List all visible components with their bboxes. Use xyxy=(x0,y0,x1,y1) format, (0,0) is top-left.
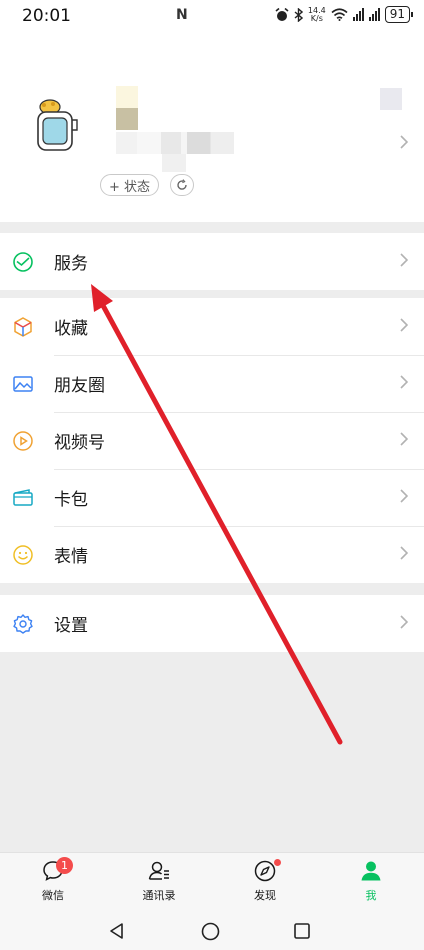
menu-item-cards[interactable]: 卡包 xyxy=(0,469,424,526)
system-nav-bar xyxy=(0,910,424,950)
system-icons: 14.4 K/s 91 xyxy=(275,5,414,23)
chevron-right-icon xyxy=(400,318,408,332)
status-bar: 20:01 N 14.4 K/s 91 xyxy=(0,0,424,32)
blurred-qr xyxy=(380,88,402,110)
tab-contacts[interactable]: 通讯录 xyxy=(106,853,212,911)
moments-label: 朋友圈 xyxy=(54,376,105,396)
menu-item-favorites[interactable]: 收藏 xyxy=(0,298,424,355)
chevron-right-icon xyxy=(400,489,408,503)
recents-icon[interactable] xyxy=(293,922,311,940)
new-moments-dot xyxy=(274,859,281,866)
signal-icon xyxy=(352,8,364,21)
smiley-icon xyxy=(13,545,33,565)
blurred-nickname-2 xyxy=(116,108,138,130)
moments-picture-icon xyxy=(13,376,33,392)
services-icon xyxy=(13,252,33,272)
chevron-right-icon xyxy=(400,546,408,560)
chevron-right-icon xyxy=(400,375,408,389)
unread-badge: 1 xyxy=(56,857,73,874)
menu-item-moments[interactable]: 朋友圈 xyxy=(0,355,424,412)
menu-item-channels[interactable]: 视频号 xyxy=(0,412,424,469)
add-status-button[interactable]: + 状态 xyxy=(100,174,160,196)
signal-icon-2 xyxy=(368,8,380,21)
menu-item-services[interactable]: 服务 xyxy=(0,233,424,290)
tab-me[interactable]: 我 xyxy=(318,853,424,911)
channels-label: 视频号 xyxy=(54,433,105,453)
tab-discover[interactable]: 发现 xyxy=(212,853,318,911)
back-icon[interactable] xyxy=(108,922,126,940)
tab-chats-label: 微信 xyxy=(42,889,64,902)
card-wallet-icon xyxy=(13,489,33,506)
add-status-label: + 状态 xyxy=(109,179,151,195)
menu-item-stickers[interactable]: 表情 xyxy=(0,526,424,583)
chevron-right-icon xyxy=(400,615,408,629)
chevron-right-icon xyxy=(400,253,408,267)
chevron-right-icon xyxy=(400,432,408,446)
avatar[interactable] xyxy=(32,96,84,152)
settings-group: 设置 xyxy=(0,595,424,652)
tab-me-label: 我 xyxy=(365,889,377,902)
profile-header[interactable]: + 状态 xyxy=(0,32,424,222)
blurred-wechat-id xyxy=(116,132,234,154)
home-icon[interactable] xyxy=(201,922,220,941)
person-icon xyxy=(361,861,381,881)
profile-chevron-icon xyxy=(400,135,408,149)
tab-discover-label: 发现 xyxy=(254,889,276,902)
channels-play-icon xyxy=(13,431,33,451)
stickers-label: 表情 xyxy=(54,547,88,567)
nfc-icon: N xyxy=(176,7,188,23)
tab-chats[interactable]: 1 微信 xyxy=(0,853,106,911)
blurred-wechat-id-2 xyxy=(162,154,186,172)
battery-indicator: 91 xyxy=(384,6,414,23)
bottom-tab-bar: 1 微信 通讯录 发现 我 xyxy=(0,852,424,911)
tab-contacts-label: 通讯录 xyxy=(142,889,176,902)
network-speed: 14.4 K/s xyxy=(307,5,326,23)
cards-label: 卡包 xyxy=(54,490,88,510)
wifi-icon xyxy=(331,8,348,21)
favorites-label: 收藏 xyxy=(54,319,88,339)
menu-item-settings[interactable]: 设置 xyxy=(0,595,424,652)
services-group: 服务 xyxy=(0,233,424,290)
blurred-nickname xyxy=(116,86,138,108)
clock: 20:01 xyxy=(22,6,71,26)
alarm-icon xyxy=(275,7,289,21)
favorites-cube-icon xyxy=(14,317,32,337)
refresh-icon xyxy=(177,179,187,190)
status-refresh-button[interactable] xyxy=(170,174,194,196)
services-label: 服务 xyxy=(54,254,88,274)
contacts-icon xyxy=(148,861,169,880)
bluetooth-icon xyxy=(294,7,303,22)
features-group: 收藏 朋友圈 视频号 卡包 表情 xyxy=(0,298,424,583)
gear-icon xyxy=(13,614,33,634)
settings-label: 设置 xyxy=(54,616,88,636)
